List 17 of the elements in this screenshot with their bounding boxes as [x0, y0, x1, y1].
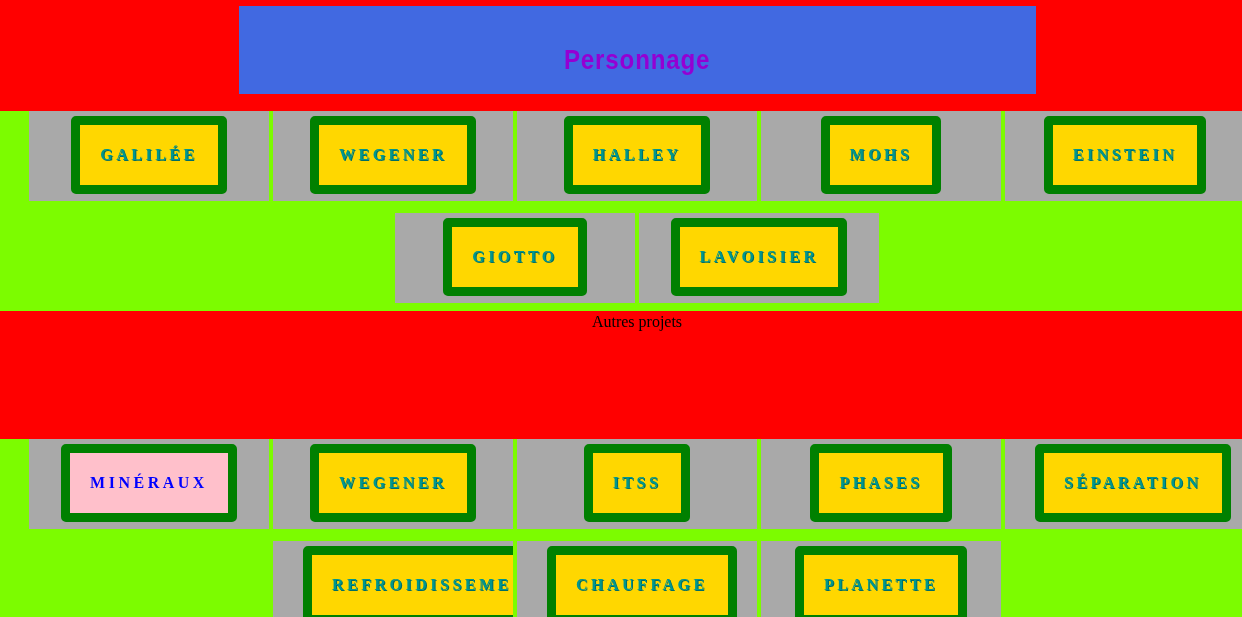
character-button[interactable]: LAVOISIER [670, 218, 848, 296]
project-button[interactable]: PLANETTE [794, 546, 968, 617]
character-button[interactable]: WEGENER [309, 116, 477, 194]
page-title: Personnage [563, 44, 711, 76]
project-button[interactable]: CHAUFFAGE [547, 546, 737, 617]
character-button[interactable]: GALILÉE [71, 116, 227, 194]
character-button[interactable]: HALLEY [563, 116, 711, 194]
project-button[interactable]: SÉPARATION [1035, 444, 1231, 522]
project-button[interactable]: ITSS [583, 444, 691, 522]
character-button[interactable]: GIOTTO [443, 218, 587, 296]
character-button[interactable]: EINSTEIN [1043, 116, 1207, 194]
character-button[interactable]: MOHS [820, 116, 942, 194]
project-button[interactable]: MINÉRAUX [61, 444, 237, 522]
project-button[interactable]: REFROIDISSEME [303, 546, 513, 617]
project-button[interactable]: PHASES [810, 444, 952, 522]
section-title: Autres projets [591, 313, 683, 330]
project-button[interactable]: WEGENER [309, 444, 477, 522]
